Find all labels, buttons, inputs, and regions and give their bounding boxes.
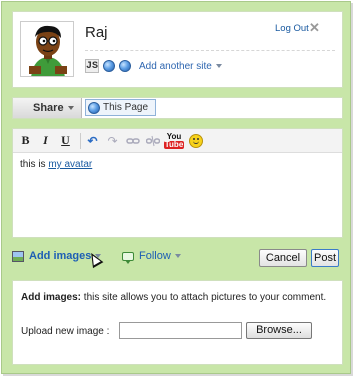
post-button[interactable]: Post [311, 249, 339, 267]
unlink-icon[interactable] [144, 132, 161, 149]
chevron-down-icon [215, 63, 222, 68]
globe-icon[interactable] [119, 60, 131, 72]
comment-textarea[interactable]: this is my avatar [13, 153, 342, 176]
upload-description-text: this site allows you to attach pictures … [81, 292, 327, 303]
profile-panel: Raj Log Out ✕ JS Add another site [12, 11, 343, 88]
youtube-icon[interactable]: You Tube [163, 132, 185, 149]
youtube-tube-text: Tube [163, 139, 185, 149]
undo-icon[interactable]: ↶ [84, 132, 101, 149]
chevron-down-icon [67, 106, 74, 111]
cancel-button[interactable]: Cancel [259, 249, 307, 267]
smiley-button[interactable] [187, 132, 204, 149]
globe-icon [88, 102, 100, 114]
browse-button[interactable]: Browse... [246, 322, 312, 339]
smiley-icon [188, 133, 203, 148]
avatar-link[interactable]: my avatar [48, 159, 92, 170]
image-icon [12, 250, 24, 262]
follow-button[interactable]: Follow [122, 250, 181, 264]
link-icon[interactable] [124, 132, 141, 149]
logout-link[interactable]: Log Out [275, 23, 309, 34]
add-site-label: Add another site [139, 60, 212, 72]
toolbar-divider [80, 132, 81, 149]
share-bar: Share This Page [12, 97, 343, 119]
connected-sites: JS Add another site [85, 58, 222, 74]
comment-editor: B I U ↶ ↷ You Tube this is my avatar [12, 128, 343, 238]
upload-file-input[interactable] [119, 322, 242, 339]
close-icon[interactable]: ✕ [309, 20, 320, 36]
this-page-toggle[interactable]: This Page [85, 99, 156, 116]
follow-label: Follow [139, 250, 171, 262]
upload-description: Add images: this site allows you to atta… [21, 292, 326, 303]
chevron-down-icon [174, 254, 181, 258]
avatar [20, 21, 74, 77]
italic-icon[interactable]: I [37, 132, 54, 149]
upload-heading: Add images: [21, 292, 82, 303]
speech-bubble-icon [122, 251, 134, 264]
share-label: Share [33, 102, 64, 114]
this-page-label: This Page [103, 102, 149, 113]
upload-panel: Add images: this site allows you to atta… [12, 280, 343, 365]
username: Raj [85, 24, 108, 41]
add-another-site-link[interactable]: Add another site [139, 61, 222, 72]
underline-icon[interactable]: U [57, 132, 74, 149]
add-images-label: Add images [29, 250, 92, 262]
js-site-icon[interactable]: JS [85, 59, 99, 73]
redo-icon[interactable]: ↷ [104, 132, 121, 149]
profile-divider [85, 50, 335, 51]
comment-text: this is [20, 159, 49, 170]
comment-widget: Raj Log Out ✕ JS Add another site Share … [1, 1, 351, 374]
upload-field-label: Upload new image : [21, 326, 110, 337]
action-row: Add images Follow Cancel Post [12, 248, 343, 269]
globe-icon[interactable] [103, 60, 115, 72]
bold-icon[interactable]: B [17, 132, 34, 149]
editor-toolbar: B I U ↶ ↷ You Tube [13, 129, 342, 153]
share-button[interactable]: Share [13, 98, 82, 118]
avatar-illustration [21, 22, 73, 76]
